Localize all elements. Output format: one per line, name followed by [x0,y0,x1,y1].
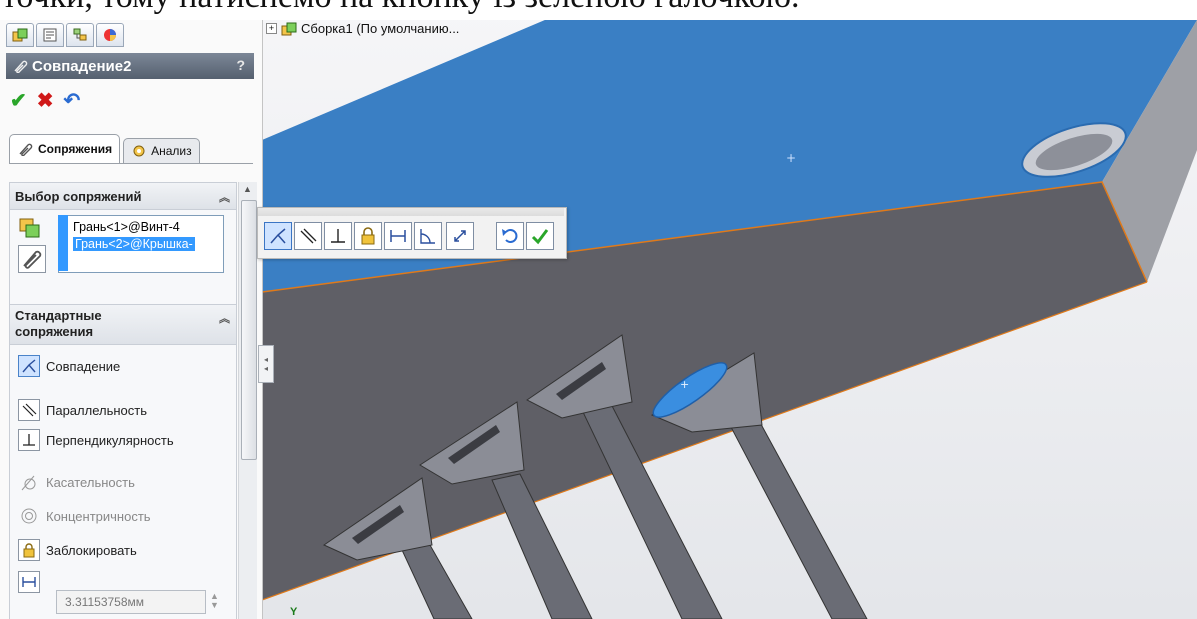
mate-tangent[interactable]: Касательность [18,471,135,493]
property-manager: Совпадение2 ? ✔ ✖ ↶ Сопряжения Анализ Вы… [0,20,263,619]
appearance-icon [104,29,116,41]
lock-icon [18,539,40,561]
flip-alignment-button[interactable] [446,222,474,250]
undo-icon[interactable]: ↶ [64,90,81,112]
parallel-icon [300,228,317,244]
document-text-strip: точки, тому натиснемо на кнопку із зелен… [0,0,1197,20]
mate-tangent-label: Касательность [46,474,135,490]
svg-text:+: + [680,378,689,391]
collapse-icon[interactable]: ︽ [219,189,230,205]
distance-input[interactable]: 3.31153758мм [56,590,206,614]
selection-bar [58,215,68,271]
feature-tree-label: Сборка1 (По умолчанию... [301,21,460,36]
perpendicular-icon [331,229,345,243]
scroll-up-icon[interactable]: ▲ [243,184,252,194]
coincident-icon [18,355,40,377]
ok-icon[interactable]: ✔ [10,90,27,112]
selection-list[interactable]: Грань<1>@Винт-4 Грань<2>@Крышка- [58,215,224,273]
mate-title: Совпадение2 [32,57,132,75]
mate-popup-toolbar[interactable] [257,207,567,259]
mate-selection-title: Выбор сопряжений [15,188,142,204]
concentric-icon [18,505,40,527]
angle-icon [420,229,435,244]
standard-mates-title: Стандартные сопряжения [15,308,102,339]
panel-scrollbar[interactable]: ▲ [238,182,257,619]
undo-button[interactable] [496,222,524,250]
distance-icon [18,571,40,593]
coincident-icon [270,228,286,244]
appearance-manager-tab[interactable] [96,23,124,47]
ok-button[interactable] [526,222,554,250]
perpendicular-icon [18,429,40,451]
selection-item-selected[interactable]: Грань<2>@Крышка- [73,237,195,251]
config-icon [73,28,87,41]
parallel-mate-button[interactable] [294,222,322,250]
assembly-icon [281,22,297,35]
mate-parallel-label: Параллельность [46,402,147,418]
feature-tree-root[interactable]: + Сборка1 (По умолчанию... [266,21,459,36]
lock-mate-button[interactable] [354,222,382,250]
mate-perpendicular[interactable]: Перпендикулярность [18,429,174,451]
mate-coincident[interactable]: Совпадение [18,355,120,377]
mate-distance[interactable] [18,571,46,593]
tab-analysis[interactable]: Анализ [123,138,200,163]
coincident-mate-button[interactable] [264,222,292,250]
mate-selection-header[interactable]: Выбор сопряжений ︽ [10,183,236,210]
tab-analysis-label: Анализ [151,144,192,158]
manager-tabs [6,23,124,47]
standard-mates-group: Стандартные сопряжения ︽ Совпадение Пара… [9,304,237,619]
analysis-icon [133,145,145,157]
mate-perpendicular-label: Перпендикулярность [46,432,174,448]
mate-concentric-label: Концентричность [46,508,151,524]
check-icon [531,229,549,245]
assembly-graphics: + + [262,0,1197,619]
document-text: точки, тому натиснемо на кнопку із зелен… [2,0,799,16]
selection-item[interactable]: Грань<1>@Винт-4 [73,220,180,234]
graphics-viewport[interactable]: + + [262,0,1197,619]
flip-alignment-icon [454,230,466,242]
mate-title-bar: Совпадение2 ? [6,53,254,79]
action-buttons: ✔ ✖ ↶ [10,90,80,112]
mate-lock[interactable]: Заблокировать [18,539,137,561]
scroll-thumb[interactable] [241,200,257,460]
tab-mates-label: Сопряжения [38,142,113,156]
standard-mates-header[interactable]: Стандартные сопряжения ︽ [10,305,236,345]
assembly-icon [12,28,28,42]
toolbar-drag-handle[interactable] [258,208,564,216]
tab-mates[interactable]: Сопряжения [9,134,121,163]
distance-spinner[interactable]: ▲ ▼ [210,592,219,610]
expand-icon[interactable]: + [266,23,277,34]
cancel-icon[interactable]: ✖ [37,90,54,112]
help-icon[interactable]: ? [236,57,245,73]
selection-entities-icon[interactable] [18,215,44,241]
svg-text:+: + [786,151,796,165]
distance-icon [390,230,406,242]
mate-lock-label: Заблокировать [46,542,137,558]
perpendicular-mate-button[interactable] [324,222,352,250]
undo-icon [502,229,518,243]
lock-icon [361,227,375,245]
paperclip-icon [14,60,28,73]
angle-mate-button[interactable] [414,222,442,250]
mate-concentric[interactable]: Концентричность [18,505,151,527]
tab-divider [9,163,253,164]
distance-mate-button[interactable] [384,222,412,250]
property-manager-tab[interactable] [36,23,64,47]
tangent-icon [18,471,40,493]
configuration-manager-tab[interactable] [66,23,94,47]
paperclip-icon [19,143,33,156]
feature-manager-tab[interactable] [6,23,34,47]
mate-selection-group: Выбор сопряжений ︽ Грань<1>@Винт-4 Грань… [9,182,237,316]
properties-icon [43,28,57,42]
collapse-icon[interactable]: ︽ [219,311,230,327]
mate-clip-icon[interactable] [18,245,46,273]
panel-collapse-handle[interactable]: ◂ ◂ [258,345,274,383]
parallel-icon [18,399,40,421]
panel-subtabs: Сопряжения Анализ [9,134,200,164]
mate-parallel[interactable]: Параллельность [18,399,147,421]
mate-coincident-label: Совпадение [46,358,121,374]
axis-label: Y [290,606,298,618]
